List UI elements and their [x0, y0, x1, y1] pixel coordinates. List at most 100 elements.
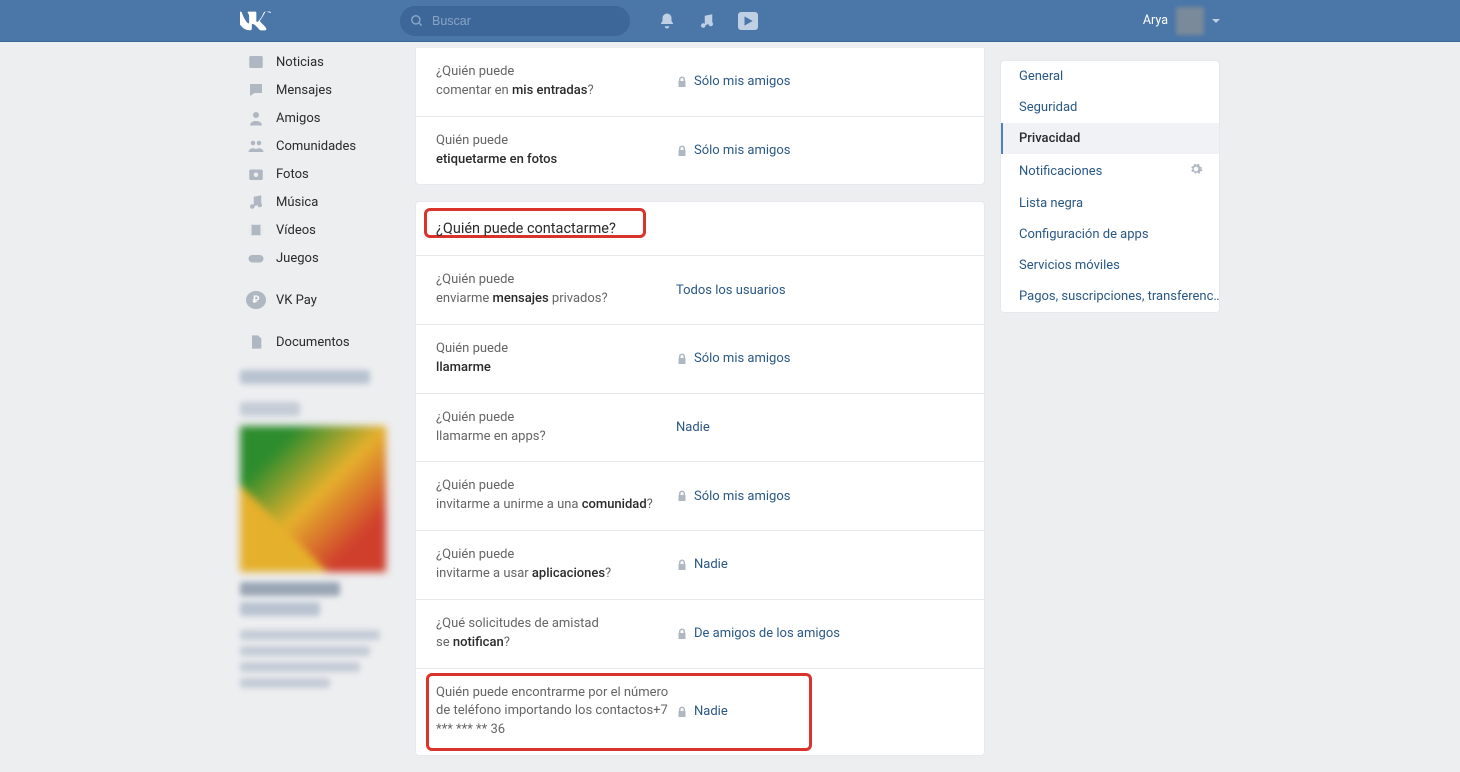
- privacy-value[interactable]: Sólo mis amigos: [676, 143, 790, 158]
- user-menu[interactable]: Arya: [1143, 7, 1220, 35]
- ruble-icon: ₽: [246, 291, 266, 309]
- privacy-question: Quién puedellamarme: [436, 340, 676, 378]
- lock-icon: [676, 490, 688, 502]
- vk-logo[interactable]: [240, 11, 400, 31]
- sidebar-item-videos[interactable]: Vídeos: [240, 216, 400, 244]
- search-box[interactable]: [400, 6, 630, 36]
- top-header: Arya: [0, 0, 1460, 42]
- settings-tab-label: Lista negra: [1019, 196, 1083, 211]
- privacy-value[interactable]: Sólo mis amigos: [676, 489, 790, 504]
- sidebar-item-music[interactable]: Música: [240, 188, 400, 216]
- photos-icon: [246, 164, 266, 184]
- settings-tab-label: Servicios móviles: [1019, 258, 1120, 273]
- games-icon: [246, 248, 266, 268]
- chevron-down-icon: [1212, 19, 1220, 23]
- sidebar-item-vkpay[interactable]: ₽ VK Pay: [240, 286, 400, 314]
- settings-tab-label: General: [1019, 69, 1063, 84]
- privacy-question: ¿Qué solicitudes de amistadse notifican?: [436, 615, 676, 653]
- lock-icon: [676, 76, 688, 88]
- settings-tab-servicios-m-viles[interactable]: Servicios móviles: [1001, 250, 1219, 281]
- privacy-question: Quién puede etiquetarme en fotos: [436, 132, 676, 170]
- settings-tab-privacidad[interactable]: Privacidad: [1001, 123, 1219, 154]
- friends-icon: [246, 108, 266, 128]
- settings-tab-configuraci-n-de-apps[interactable]: Configuración de apps: [1001, 219, 1219, 250]
- privacy-question: ¿Quién puedellamarme en apps?: [436, 409, 676, 447]
- username: Arya: [1143, 13, 1168, 28]
- settings-tab-label: Pagos, suscripciones, transferenc…: [1019, 289, 1219, 304]
- videos-icon: [246, 220, 266, 240]
- music-icon[interactable]: [698, 12, 716, 30]
- settings-tab-lista-negra[interactable]: Lista negra: [1001, 188, 1219, 219]
- sidebar-item-label: Amigos: [276, 111, 320, 126]
- privacy-value[interactable]: Nadie: [676, 420, 710, 435]
- settings-tab-seguridad[interactable]: Seguridad: [1001, 92, 1219, 123]
- sidebar-item-label: Documentos: [276, 335, 350, 350]
- settings-tab-general[interactable]: General: [1001, 61, 1219, 92]
- section-heading: ¿Quién puede contactarme?: [416, 210, 984, 245]
- play-icon[interactable]: [738, 12, 758, 30]
- privacy-value[interactable]: Todos los usuarios: [676, 283, 786, 298]
- privacy-section-activity: ¿Quién puedecomentar en mis entradas?Sól…: [415, 48, 985, 185]
- privacy-question: ¿Quién puedeinvitarme a unirme a una com…: [436, 477, 676, 515]
- sidebar-item-label: Mensajes: [276, 83, 332, 98]
- sidebar-item-label: Juegos: [276, 251, 319, 266]
- privacy-value[interactable]: Sólo mis amigos: [676, 351, 790, 366]
- document-icon: [246, 332, 266, 352]
- privacy-section-contact: ¿Quién puede contactarme? ¿Quién puedeen…: [415, 201, 985, 756]
- lock-icon: [676, 706, 688, 718]
- privacy-value[interactable]: Nadie: [676, 704, 728, 719]
- sidebar-item-label: Vídeos: [276, 223, 316, 238]
- privacy-row: Quién puedellamarmeSólo mis amigos: [416, 324, 984, 393]
- gear-icon[interactable]: [1189, 162, 1203, 180]
- sidebar-item-label: Música: [276, 195, 318, 210]
- sidebar-item-communities[interactable]: Comunidades: [240, 132, 400, 160]
- privacy-question: ¿Quién puedeenviarme mensajes privados?: [436, 271, 676, 309]
- sidebar-extra: [240, 370, 400, 688]
- notifications-icon[interactable]: [658, 12, 676, 30]
- privacy-row: Quién puede etiquetarme en fotosSólo mis…: [416, 116, 984, 185]
- settings-tab-notificaciones[interactable]: Notificaciones: [1001, 154, 1219, 188]
- sidebar-item-label: Comunidades: [276, 139, 356, 154]
- settings-tab-label: Notificaciones: [1019, 164, 1102, 179]
- privacy-row: ¿Quién puedecomentar en mis entradas?Sól…: [416, 48, 984, 116]
- privacy-row: ¿Quién puedeinvitarme a unirme a una com…: [416, 461, 984, 530]
- communities-icon: [246, 136, 266, 156]
- promo-image[interactable]: [240, 426, 386, 572]
- settings-tab-label: Seguridad: [1019, 100, 1077, 115]
- sidebar-item-messages[interactable]: Mensajes: [240, 76, 400, 104]
- music-icon: [246, 192, 266, 212]
- settings-tab-label: Privacidad: [1019, 131, 1080, 146]
- lock-icon: [676, 145, 688, 157]
- sidebar-item-label: Fotos: [276, 167, 309, 182]
- sidebar-item-news[interactable]: Noticias: [240, 48, 400, 76]
- settings-tab-label: Configuración de apps: [1019, 227, 1149, 242]
- privacy-row: Quién puede encontrarme por el número de…: [416, 668, 984, 756]
- search-input[interactable]: [430, 13, 620, 29]
- sidebar-item-label: Noticias: [276, 55, 324, 70]
- main-content: ¿Quién puedecomentar en mis entradas?Sól…: [415, 42, 985, 772]
- privacy-question: ¿Quién puedeinvitarme a usar aplicacione…: [436, 546, 676, 584]
- privacy-row: ¿Qué solicitudes de amistadse notifican?…: [416, 599, 984, 668]
- sidebar-item-friends[interactable]: Amigos: [240, 104, 400, 132]
- privacy-value[interactable]: Nadie: [676, 557, 728, 572]
- sidebar-item-photos[interactable]: Fotos: [240, 160, 400, 188]
- sidebar-item-documents[interactable]: Documentos: [240, 328, 400, 356]
- privacy-value[interactable]: Sólo mis amigos: [676, 74, 790, 89]
- lock-icon: [676, 353, 688, 365]
- sidebar-item-games[interactable]: Juegos: [240, 244, 400, 272]
- settings-nav: General Seguridad Privacidad Notificaciones…: [1000, 42, 1220, 313]
- privacy-row: ¿Quién puedellamarme en apps?Nadie: [416, 393, 984, 462]
- left-sidebar: Noticias Mensajes Amigos Comunidades Fotos Mú…: [240, 42, 400, 694]
- news-icon: [246, 52, 266, 72]
- lock-icon: [676, 628, 688, 640]
- privacy-question: ¿Quién puedecomentar en mis entradas?: [436, 63, 676, 101]
- privacy-row: ¿Quién puedeinvitarme a usar aplicacione…: [416, 530, 984, 599]
- messages-icon: [246, 80, 266, 100]
- lock-icon: [676, 559, 688, 571]
- sidebar-item-label: VK Pay: [276, 293, 317, 308]
- avatar: [1176, 7, 1204, 35]
- privacy-value[interactable]: De amigos de los amigos: [676, 626, 840, 641]
- privacy-question: Quién puede encontrarme por el número de…: [436, 684, 676, 741]
- settings-tab-pagos-suscripciones-transferenc-[interactable]: Pagos, suscripciones, transferenc…: [1001, 281, 1219, 312]
- privacy-row: ¿Quién puedeenviarme mensajes privados?T…: [416, 255, 984, 324]
